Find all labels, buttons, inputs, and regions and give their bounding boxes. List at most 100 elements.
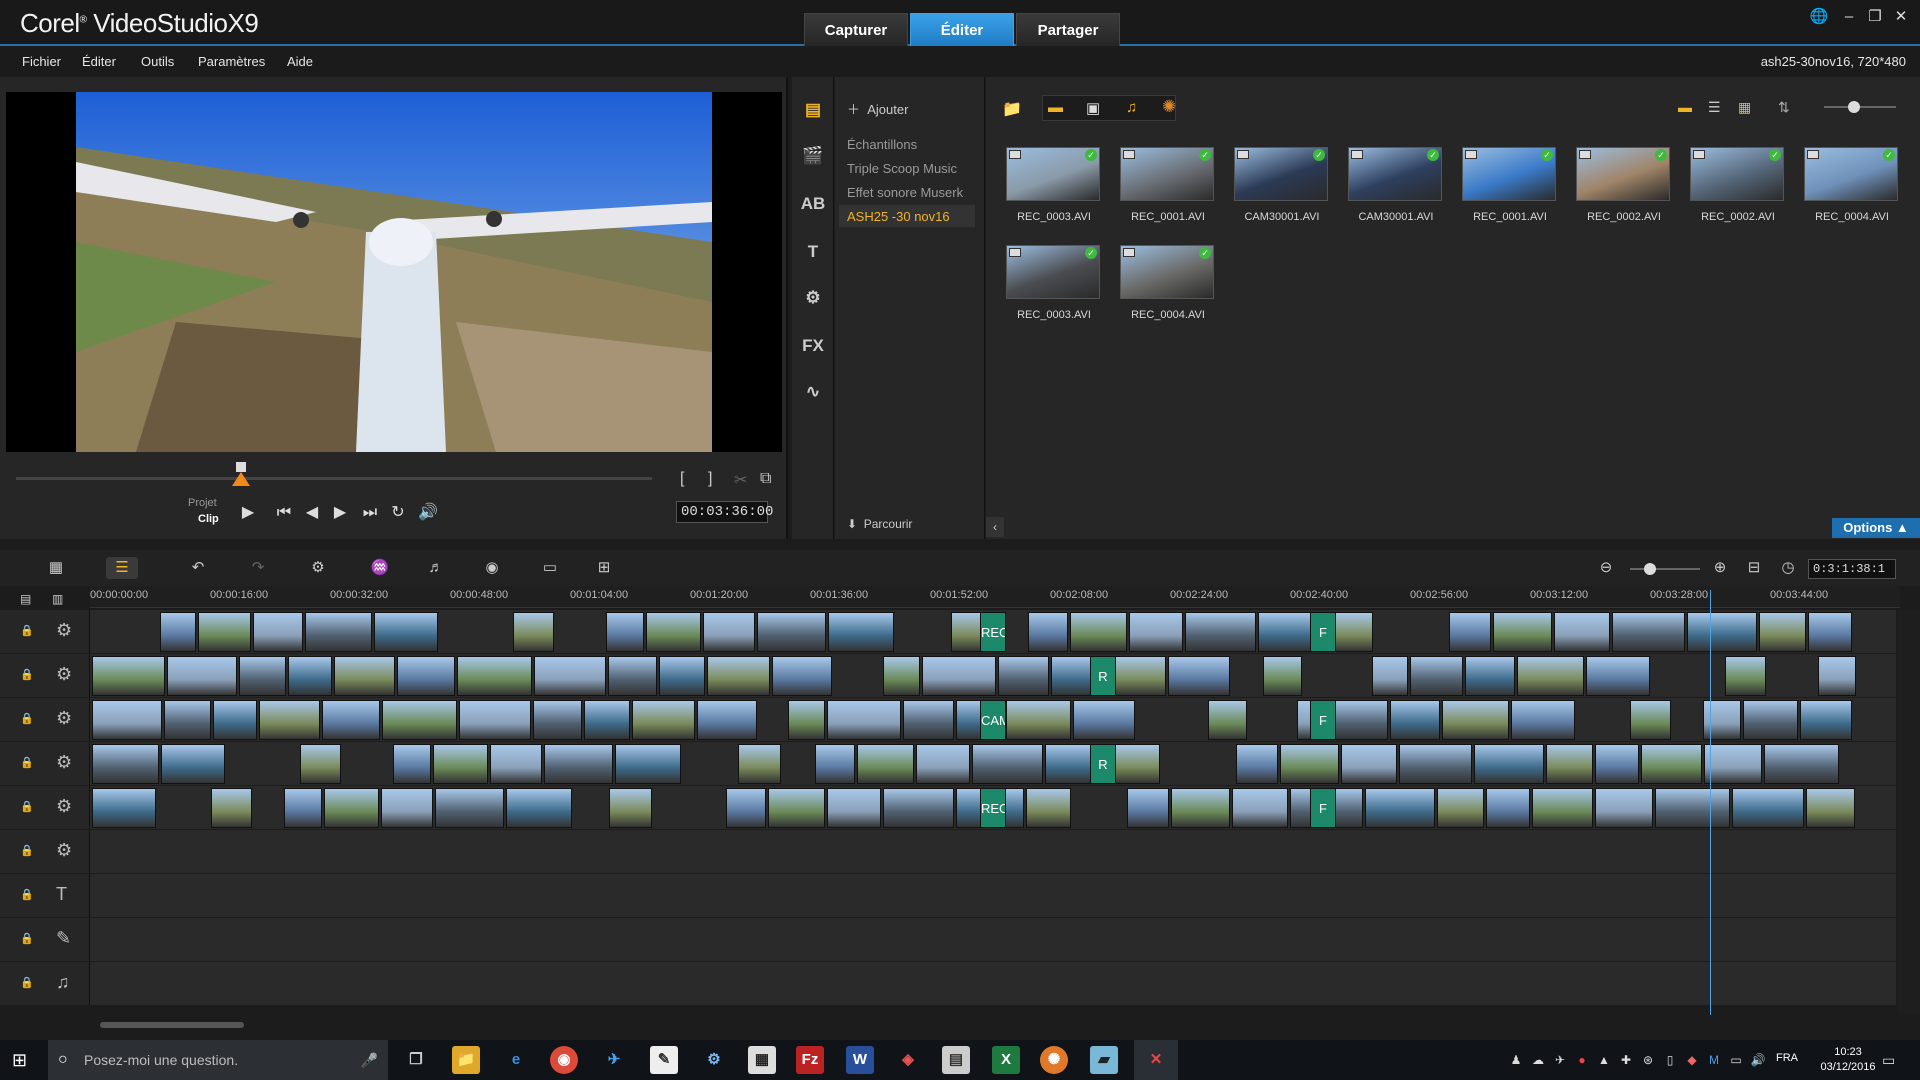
video-clip[interactable] <box>1465 656 1515 696</box>
media-thumbnail[interactable]: ✓ REC_0001.AVI <box>1454 135 1566 229</box>
minimize-icon[interactable]: – <box>1838 6 1860 28</box>
video-clip[interactable] <box>1006 700 1071 740</box>
video-clip[interactable] <box>1595 788 1653 828</box>
video-clip[interactable] <box>1759 612 1806 652</box>
speaker-icon[interactable]: 🔊 <box>1750 1052 1766 1068</box>
video-clip[interactable] <box>772 656 832 696</box>
tray-icon[interactable]: ◆ <box>1684 1052 1700 1068</box>
video-clip[interactable] <box>1073 700 1135 740</box>
video-clip[interactable] <box>1185 612 1256 652</box>
video-clip[interactable] <box>1449 612 1491 652</box>
task-view-icon[interactable]: ❐ <box>402 1046 430 1074</box>
track-type-icon[interactable]: ✎ <box>56 928 71 949</box>
videostudio-taskbar-icon[interactable]: ✕ <box>1134 1040 1178 1080</box>
mode-project[interactable]: Projet <box>188 497 217 509</box>
track-lane[interactable]: REC F <box>90 786 1896 829</box>
video-clip-label[interactable]: CAM <box>980 700 1006 740</box>
video-clip[interactable] <box>213 700 257 740</box>
video-clip[interactable] <box>1028 612 1068 652</box>
video-clip[interactable] <box>1554 612 1610 652</box>
video-clip[interactable] <box>738 744 781 784</box>
video-clip[interactable] <box>609 788 652 828</box>
sort-icon[interactable]: ⇅ <box>1778 99 1790 116</box>
graphic-icon[interactable]: ⚙ <box>798 283 828 313</box>
video-clip[interactable] <box>828 612 894 652</box>
zoom-in-icon[interactable]: ⊕ <box>1704 557 1736 579</box>
media-thumbnail[interactable]: ✓ REC_0004.AVI <box>1796 135 1908 229</box>
folder-item[interactable]: Échantillons <box>847 137 917 152</box>
video-clip[interactable] <box>1630 700 1671 740</box>
tray-icon[interactable]: M <box>1706 1052 1722 1068</box>
track-type-icon[interactable]: ⚙ <box>56 752 72 773</box>
video-clip[interactable] <box>1546 744 1593 784</box>
video-clip[interactable] <box>1070 612 1127 652</box>
explorer-icon[interactable]: 📁 <box>452 1046 480 1074</box>
folder-item[interactable]: Triple Scoop Music <box>847 161 957 176</box>
video-clip[interactable] <box>1818 656 1856 696</box>
folder-item[interactable]: Effet sonore Muserk <box>847 185 963 200</box>
video-clip[interactable] <box>883 788 954 828</box>
media-thumbnail[interactable]: ✓ REC_0001.AVI <box>1112 135 1224 229</box>
motion-tracking-icon[interactable]: ◉ <box>476 557 508 579</box>
title-icon[interactable]: T <box>798 237 828 267</box>
track-type-icon[interactable]: ⚙ <box>56 796 72 817</box>
taskbar-search[interactable]: ○ Posez-moi une question. 🎤 <box>48 1040 388 1080</box>
media-thumbnail[interactable]: ✓ REC_0002.AVI <box>1682 135 1794 229</box>
zoom-out-icon[interactable]: ⊖ <box>1590 557 1622 579</box>
close-icon[interactable]: ✕ <box>1890 6 1912 28</box>
lock-icon[interactable]: 🔒 <box>20 932 34 945</box>
video-clip[interactable] <box>1280 744 1339 784</box>
video-clip[interactable] <box>1437 788 1484 828</box>
video-clip[interactable] <box>788 700 825 740</box>
enlarge-icon[interactable]: ⧉ <box>760 470 771 488</box>
folder-item-selected[interactable]: ASH25 -30 nov16 <box>839 205 975 227</box>
video-clip[interactable] <box>167 656 237 696</box>
restore-icon[interactable]: ❐ <box>1864 6 1886 28</box>
media-thumbnail[interactable]: ✓ REC_0003.AVI <box>998 233 1110 327</box>
video-clip[interactable] <box>381 788 433 828</box>
video-clip[interactable] <box>1115 744 1160 784</box>
video-clip[interactable] <box>1026 788 1071 828</box>
video-clip[interactable] <box>1168 656 1230 696</box>
tray-icon[interactable]: ▯ <box>1662 1052 1678 1068</box>
tray-icon[interactable]: ● <box>1574 1052 1590 1068</box>
media-thumbnail[interactable]: ✓ REC_0004.AVI <box>1112 233 1224 327</box>
video-clip[interactable] <box>1442 700 1509 740</box>
video-clip[interactable] <box>697 700 757 740</box>
browse-button[interactable]: ⬇ Parcourir <box>847 517 912 531</box>
tray-icon[interactable]: ⊛ <box>1640 1052 1656 1068</box>
zoom-slider[interactable] <box>1630 568 1700 570</box>
video-clip[interactable] <box>1764 744 1839 784</box>
split-clip-icon[interactable]: ✂ <box>734 470 747 490</box>
menu-aide[interactable]: Aide <box>287 54 313 69</box>
player-timecode[interactable]: 00:03:36:00 <box>676 501 773 523</box>
video-clip[interactable] <box>1232 788 1288 828</box>
video-clip[interactable] <box>513 612 554 652</box>
thumb-size-slider[interactable] <box>1824 106 1896 108</box>
online-media-icon[interactable]: ✺ <box>1162 97 1176 117</box>
media-thumbnail[interactable]: ✓ CAM30001.AVI <box>1340 135 1452 229</box>
media-thumbnail[interactable]: ✓ REC_0002.AVI <box>1568 135 1680 229</box>
prev-frame-icon[interactable]: ◀ <box>300 501 324 525</box>
storyboard-view-icon[interactable]: ▦ <box>40 557 72 579</box>
video-clip[interactable] <box>1725 656 1766 696</box>
video-clip[interactable] <box>253 612 303 652</box>
thumb-size-handle[interactable] <box>1848 101 1860 113</box>
video-clip[interactable] <box>1399 744 1472 784</box>
video-clip[interactable] <box>284 788 322 828</box>
video-clip[interactable] <box>606 612 644 652</box>
word-icon[interactable]: W <box>846 1046 874 1074</box>
video-clip[interactable] <box>1655 788 1730 828</box>
timeline-playhead[interactable] <box>1710 590 1711 1015</box>
notepad-icon[interactable]: ✎ <box>650 1046 678 1074</box>
app-icon[interactable]: ◈ <box>894 1046 922 1074</box>
video-clip[interactable] <box>92 788 156 828</box>
lock-icon[interactable]: 🔒 <box>20 800 34 813</box>
video-clip[interactable] <box>857 744 914 784</box>
video-clip[interactable] <box>608 656 657 696</box>
video-clip[interactable] <box>584 700 630 740</box>
video-clip[interactable] <box>239 656 286 696</box>
go-start-icon[interactable]: ⏮ <box>272 501 296 525</box>
tab-editer[interactable]: Éditer <box>910 13 1014 46</box>
video-clip[interactable] <box>300 744 341 784</box>
